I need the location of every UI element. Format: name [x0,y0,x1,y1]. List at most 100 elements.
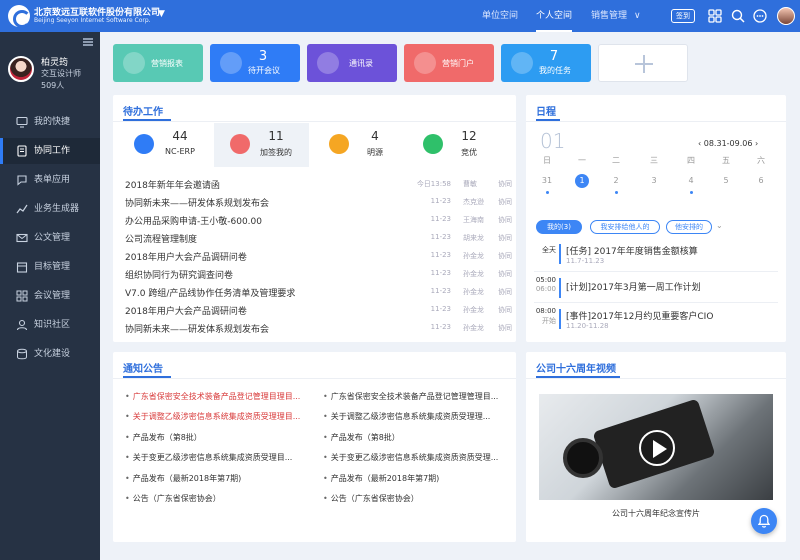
row-title[interactable]: 公司流程管理制度 [125,232,197,245]
tab-assigned-by-others[interactable]: 他安排的 [666,220,712,234]
tab-add-sign[interactable]: 11 加签我的 [214,123,309,167]
event-title[interactable]: [事件]2017年12月约见重要客户CIO [566,309,713,322]
grid-icon[interactable] [708,9,722,23]
row-title[interactable]: 办公用品采购申请-王小敬-600.00 [125,214,262,227]
row-title[interactable]: 2018年用户大会产品调研问卷 [125,304,247,317]
row-person: 孙金龙 [463,288,484,296]
sidebar-item-business-generator[interactable]: 业务生成器 [0,196,100,222]
sidebar-item-label: 我的快捷 [34,117,71,127]
row-title[interactable]: 组织协同行为研究调查问卷 [125,268,233,281]
tab-mingyuan[interactable]: 4 明源 [313,123,408,167]
user-avatar[interactable] [8,56,34,82]
table-row[interactable]: V7.0 跨组/产品线协作任务清单及管理要求 11-23 孙金龙 协同 [125,283,515,301]
database-icon [17,348,27,360]
calendar-day[interactable]: 5 [716,173,736,189]
table-row[interactable]: 2018年新年年会邀请函 今日13:58 曹敏 协同 [125,175,515,193]
calendar-day[interactable]: 6 [751,173,771,189]
notice-item[interactable]: 关于变更乙级涉密信息系统集成资质资质受理... [323,452,508,463]
event-time: 08:00 [535,307,556,315]
notice-item[interactable]: 关于调整乙级涉密信息系统集成资质受理理目... [125,411,310,422]
calendar-day[interactable]: 31 [537,173,557,189]
event-title[interactable]: [计划]2017年3月第一周工作计划 [566,280,701,293]
table-row[interactable]: 办公用品采购申请-王小敬-600.00 11-23 王海南 协同 [125,211,515,229]
row-category: 协同 [498,216,512,224]
nav-sales-management[interactable]: 销售管理 [591,0,627,32]
sidebar-item-label: 协同工作 [34,146,71,156]
row-date: 11-23 [430,233,451,241]
company-logo-icon[interactable] [8,5,31,28]
schedule-event[interactable]: 05:00 06:00 [计划]2017年3月第一周工作计划 [526,275,786,305]
tile-marketing-report[interactable]: 营销报表 [113,44,203,82]
row-person: 孙金龙 [463,324,484,332]
sidebar-item-meetings[interactable]: 会议管理 [0,283,100,309]
row-title[interactable]: 协同新未来——研发体系规划发布会 [125,196,269,209]
notice-item[interactable]: 产品发布（第8批） [125,432,310,443]
table-row[interactable]: 协同新未来——研发体系规划发布会 11-23 杰克逊 协同 [125,193,515,211]
table-row[interactable]: 公司流程管理制度 11-23 胡来龙 协同 [125,229,515,247]
message-icon[interactable] [753,9,767,23]
week-range[interactable]: ‹ 08.31-09.06 › [698,139,758,148]
table-row[interactable]: 组织协同行为研究调查问卷 11-23 孙金龙 协同 [125,265,515,283]
row-person: 孙金龙 [463,270,484,278]
tab-jingyou[interactable]: 12 竞优 [407,123,502,167]
row-date: 11-23 [430,287,451,295]
add-shortcut-button[interactable] [598,44,688,82]
tile-pending-meetings[interactable]: 3 待开会议 [210,44,300,82]
sidebar-item-forms[interactable]: 表单应用 [0,167,100,193]
nav-personal-space[interactable]: 个人空间 [536,0,573,32]
notification-bell-button[interactable] [751,508,777,534]
notice-item[interactable]: 广东省保密安全技术装备产品登记管理目理目... [125,391,310,402]
sign-in-button[interactable]: 签到 [671,9,695,23]
play-icon[interactable] [639,430,675,466]
notice-item[interactable]: 产品发布（最新2018年第7期) [323,473,508,484]
chevron-right-icon[interactable]: › [755,139,758,148]
table-row[interactable]: 协同新未来——研发体系规划发布会 11-23 孙金龙 协同 [125,319,515,337]
calendar-day-selected[interactable]: 1 [575,174,589,188]
table-row[interactable]: 2018年用户大会产品调研问卷 11-23 孙金龙 协同 [125,301,515,319]
sidebar-item-documents[interactable]: 公文管理 [0,225,100,251]
search-icon[interactable] [731,9,745,23]
row-title[interactable]: 2018年用户大会产品调研问卷 [125,250,247,263]
chevron-left-icon[interactable]: ‹ [698,139,701,148]
calendar-day[interactable]: 4 [681,173,701,189]
row-category: 协同 [498,306,512,314]
calendar-day[interactable]: 2 [606,173,626,189]
row-title[interactable]: 2018年新年年会邀请函 [125,178,220,191]
notice-item[interactable]: 产品发布（第8批） [323,432,508,443]
nav-more-chevron-icon[interactable]: ∨ [634,0,641,32]
notice-item[interactable]: 关于变更乙级涉密信息系统集成资质受理目... [125,452,310,463]
tab-nc-erp[interactable]: 44 NC-ERP [118,123,213,167]
tile-contacts[interactable]: 通讯录 [307,44,397,82]
table-row[interactable]: 2018年用户大会产品调研问卷 11-23 孙金龙 协同 [125,247,515,265]
calendar-day[interactable]: 3 [644,173,664,189]
tab-assigned-to-others[interactable]: 我安排给他人的 [590,220,660,234]
notice-item[interactable]: 关于调整乙级涉密信息系统集成资质受理理... [323,411,508,422]
chevron-down-icon[interactable]: ▼ [158,9,165,19]
row-person: 孙金龙 [463,306,484,314]
row-title[interactable]: V7.0 跨组/产品线协作任务清单及管理要求 [125,286,295,299]
sidebar-item-knowledge[interactable]: 知识社区 [0,312,100,338]
nav-unit-space[interactable]: 单位空间 [482,0,518,32]
notice-item[interactable]: 产品发布（最新2018年第7期) [125,473,310,484]
video-thumbnail[interactable] [539,394,773,500]
schedule-event[interactable]: 全天 [任务] 2017年年度销售金额核算 11.7-11.23 [526,241,786,271]
sidebar-item-culture[interactable]: 文化建设 [0,341,100,367]
tab-label: 加签我的 [260,148,292,157]
sidebar-item-shortcuts[interactable]: 我的快捷 [0,109,100,135]
row-title[interactable]: 协同新未来——研发体系规划发布会 [125,322,269,335]
notice-item[interactable]: 公告（广东省保密协会） [323,493,508,504]
chevron-down-icon[interactable]: ⌄ [716,221,723,230]
menu-toggle-icon[interactable] [83,38,93,46]
tile-marketing-portal[interactable]: 营销门户 [404,44,494,82]
weekday-label: 三 [650,156,658,165]
avatar[interactable] [777,7,795,25]
weekday-label: 二 [612,156,620,165]
sidebar-item-collaboration[interactable]: 协同工作 [0,138,100,164]
sidebar-item-goals[interactable]: 目标管理 [0,254,100,280]
schedule-event[interactable]: 08:00 开始 [事件]2017年12月约见重要客户CIO 11.20-11.… [526,306,786,336]
notice-item[interactable]: 公告（广东省保密协会） [125,493,310,504]
tile-my-tasks[interactable]: 7 我的任务 [501,44,591,82]
notice-item[interactable]: 广东省保密安全技术装备产品登记管理管理目... [323,391,508,402]
event-title[interactable]: [任务] 2017年年度销售金额核算 [566,244,698,257]
tab-my-schedule[interactable]: 我的(3) [536,220,582,234]
